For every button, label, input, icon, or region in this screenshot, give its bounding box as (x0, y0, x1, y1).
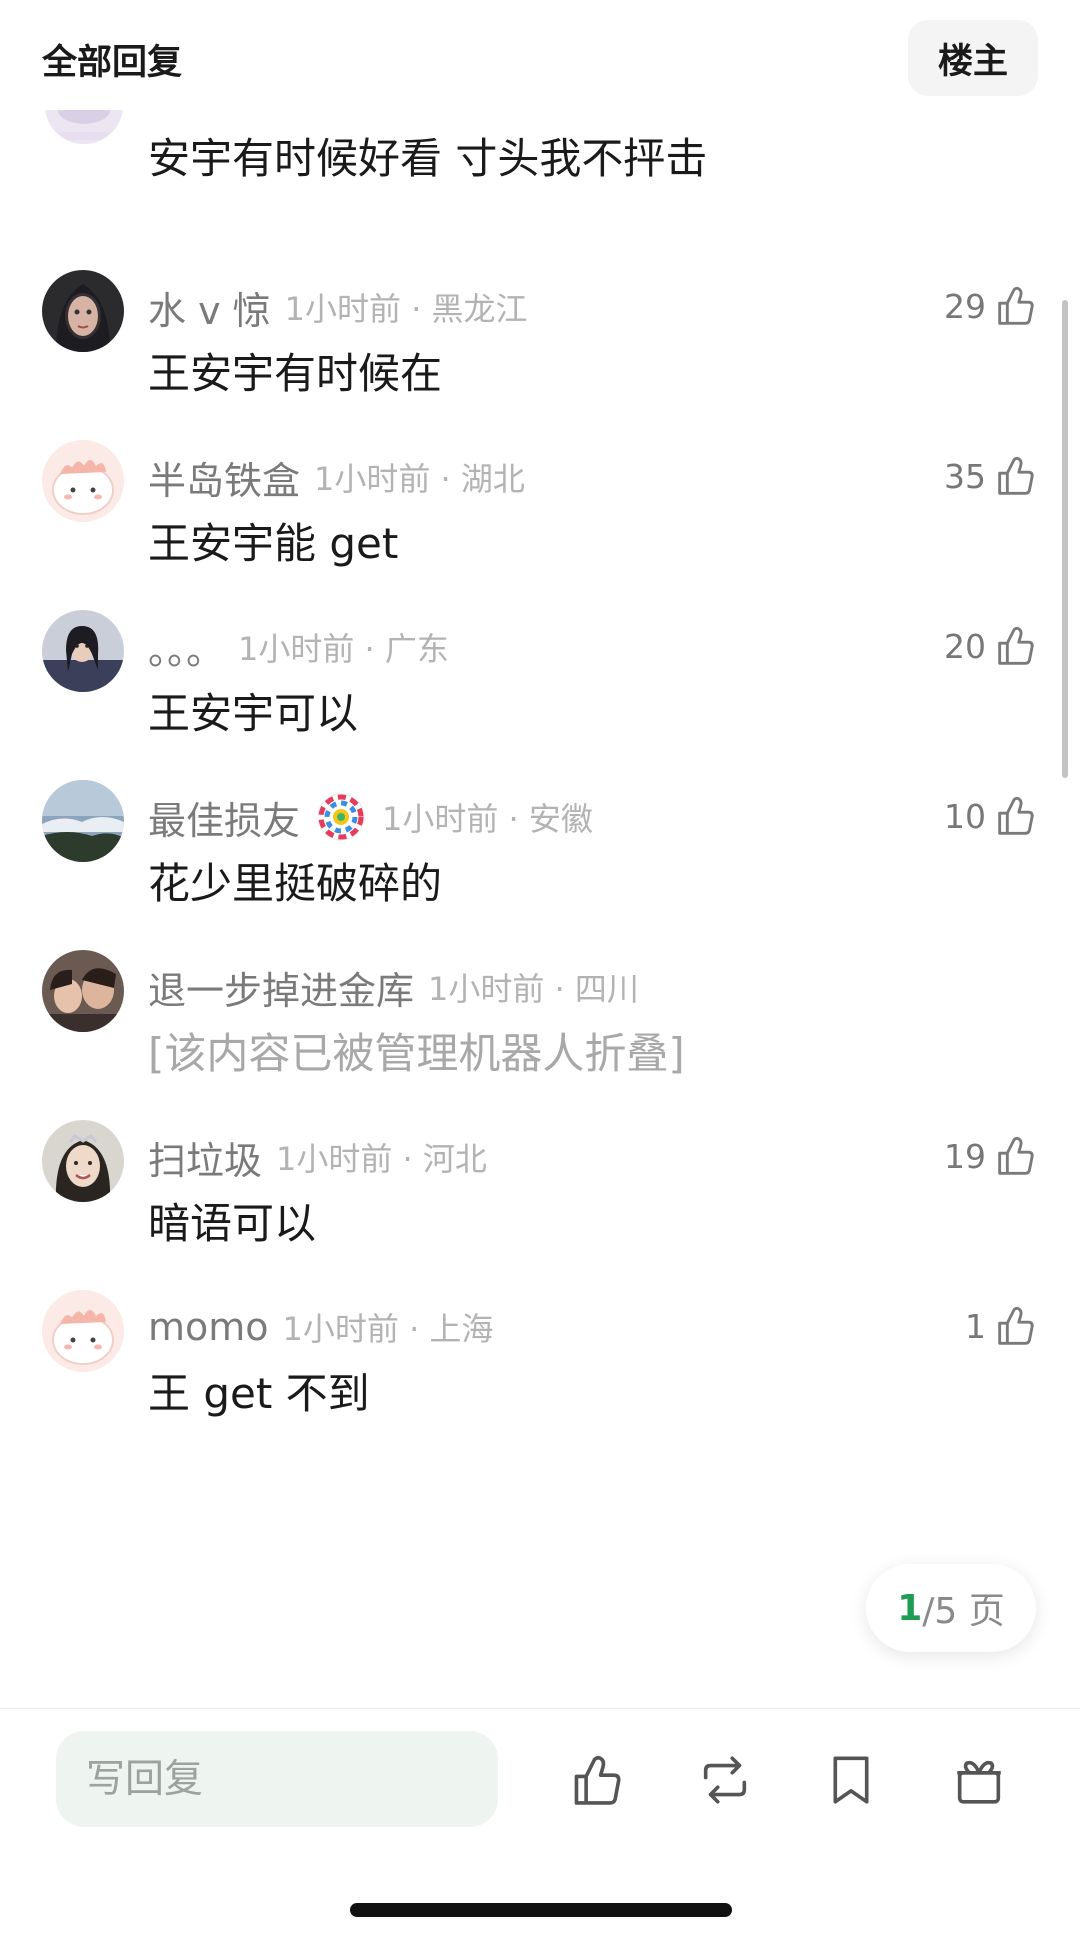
avatar[interactable] (42, 780, 124, 862)
timestamp-location: 1小时前 · 四川 (428, 970, 639, 1008)
like-button[interactable]: 1 (965, 1298, 1038, 1354)
username[interactable]: momo (148, 1305, 269, 1349)
thumbs-up-icon (998, 456, 1034, 495)
page-indicator[interactable]: 1 /5 页 (866, 1564, 1036, 1652)
timestamp-location: 1小时前 · 广东 (238, 630, 449, 668)
comment-meta: 。。。 1小时前 · 广东 (148, 620, 449, 675)
thumbs-up-icon (998, 796, 1034, 835)
total-pages: /5 页 (922, 1591, 1005, 1632)
timestamp-location: 1小时前 · 安徽 (382, 800, 593, 838)
username[interactable]: 退一步掉进金库 (148, 960, 414, 1015)
like-count: 19 (944, 1136, 986, 1176)
thumbs-up-icon (998, 1136, 1034, 1175)
folded-comment-text[interactable]: [该内容已被管理机器人折叠] (148, 1020, 685, 1081)
username[interactable]: 扫垃圾 (148, 1130, 262, 1185)
gift-icon[interactable] (950, 1751, 1008, 1809)
header: 全部回复 楼主 (0, 0, 1080, 110)
timestamp-location: 1小时前 · 湖北 (314, 460, 525, 498)
avatar[interactable] (42, 1120, 124, 1202)
comment-item: 。。。 1小时前 · 广东 王安宇可以 20 (0, 610, 1080, 790)
like-button[interactable]: 35 (944, 448, 1038, 504)
avatar[interactable] (42, 1290, 124, 1372)
comment-text: 王安宇能 get (148, 519, 399, 568)
comment-item: 半岛铁盒 1小时前 · 湖北 王安宇能 get 35 (0, 440, 1080, 620)
bottom-action-bar (0, 1708, 1080, 1942)
current-page: 1 (897, 1587, 923, 1629)
avatar[interactable] (42, 610, 124, 692)
bookmark-icon[interactable] (822, 1751, 880, 1809)
thumbs-up-icon[interactable] (568, 1751, 626, 1809)
comment-text: 王安宇有时候在 (148, 349, 443, 398)
avatar[interactable] (42, 440, 124, 522)
comment-text: 安宇有时候好看 寸头我不抨击 (148, 134, 708, 183)
comment-meta: 扫垃圾 1小时前 · 河北 (148, 1130, 487, 1185)
comment-text: 暗语可以 (148, 1199, 317, 1248)
comment-text: 花少里挺破碎的 (148, 859, 443, 908)
like-button[interactable]: 20 (944, 618, 1038, 674)
thumbs-up-icon (998, 1306, 1034, 1345)
comment-meta: 退一步掉进金库 1小时前 · 四川 (148, 960, 639, 1015)
like-button[interactable]: 19 (944, 1128, 1038, 1184)
like-count: 1 (965, 1306, 986, 1346)
comment-meta: 最佳损友 1小时前 · 安徽 (148, 790, 593, 845)
comment-text: 王 get 不到 (148, 1369, 370, 1418)
comment-meta: 半岛铁盒 1小时前 · 湖北 (148, 450, 525, 505)
comment-item: momo 1小时前 · 上海 王 get 不到 1 (0, 1290, 1080, 1470)
like-count: 35 (944, 456, 986, 496)
comment-item: 退一步掉进金库 1小时前 · 四川 [该内容已被管理机器人折叠] (0, 950, 1080, 1130)
comment-meta: momo 1小时前 · 上海 (148, 1302, 493, 1352)
comment-item: 最佳损友 1小时前 · 安徽 花少里挺破碎的 10 (0, 780, 1080, 960)
repost-icon[interactable] (696, 1751, 754, 1809)
timestamp-location: 1小时前 · 河北 (276, 1140, 487, 1178)
comment-item: 扫垃圾 1小时前 · 河北 暗语可以 19 (0, 1120, 1080, 1300)
avatar[interactable] (42, 950, 124, 1032)
only-op-button[interactable]: 楼主 (908, 20, 1038, 96)
username[interactable]: 最佳损友 (148, 790, 300, 845)
like-count: 10 (944, 796, 986, 836)
like-button[interactable]: 29 (944, 278, 1038, 334)
username[interactable]: 。。。 (148, 620, 224, 675)
username[interactable]: 半岛铁盒 (148, 450, 300, 505)
thumbs-up-icon (998, 626, 1034, 665)
like-count: 29 (944, 286, 986, 326)
avatar[interactable] (42, 270, 124, 352)
like-button[interactable]: 10 (944, 788, 1038, 844)
timestamp-location: 1小时前 · 黑龙江 (284, 290, 528, 328)
thumbs-up-icon (998, 286, 1034, 325)
comment-meta: 水 v 惊 1小时前 · 黑龙江 (148, 280, 528, 335)
timestamp-location: 1小时前 · 上海 (282, 1310, 494, 1348)
scrollbar[interactable] (1062, 300, 1068, 778)
page-title: 全部回复 (42, 43, 183, 83)
reply-input[interactable] (56, 1731, 498, 1827)
badge-icon (317, 793, 365, 841)
comment-text: 王安宇可以 (148, 689, 359, 738)
home-indicator[interactable] (350, 1903, 732, 1917)
comment-item: 水 v 惊 1小时前 · 黑龙江 王安宇有时候在 29 (0, 270, 1080, 450)
username[interactable]: 水 v 惊 (148, 280, 271, 335)
like-count: 20 (944, 626, 986, 666)
